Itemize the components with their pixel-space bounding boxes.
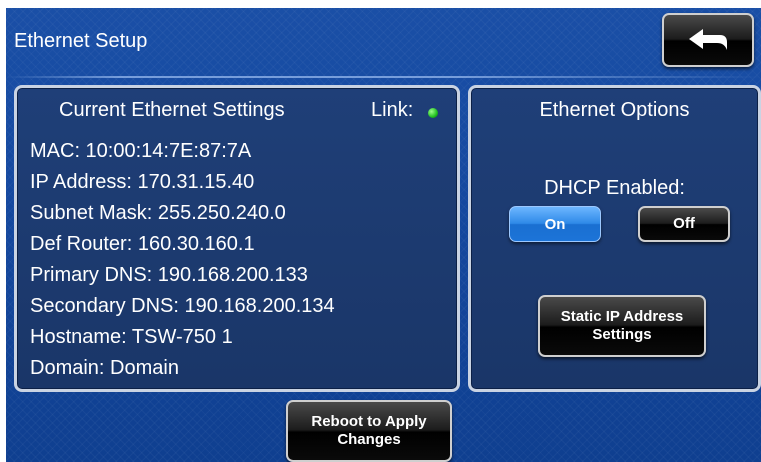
- static-ip-settings-label: Static IP Address Settings: [560, 308, 684, 343]
- reboot-apply-label: Reboot to Apply Changes: [311, 413, 427, 448]
- subnet-mask: Subnet Mask: 255.250.240.0: [30, 202, 286, 224]
- header-divider: [6, 76, 761, 78]
- ip-address: IP Address: 170.31.15.40: [30, 171, 255, 193]
- ethernet-options-panel: Ethernet Options DHCP Enabled: On Off St…: [468, 85, 761, 392]
- primary-dns: Primary DNS: 190.168.200.133: [30, 264, 308, 286]
- page-title: Ethernet Setup: [14, 30, 148, 52]
- current-settings-panel: Current Ethernet Settings Link: MAC: 10:…: [14, 85, 460, 392]
- dhcp-on-button[interactable]: On: [509, 206, 601, 242]
- dhcp-enabled-label: DHCP Enabled:: [544, 177, 685, 199]
- link-status-indicator: [428, 108, 438, 118]
- dhcp-off-button[interactable]: Off: [638, 206, 730, 242]
- screen-background: Ethernet Setup Current Ethernet Settings…: [6, 8, 761, 462]
- back-button[interactable]: [662, 13, 754, 67]
- link-label: Link:: [371, 99, 414, 121]
- hostname: Hostname: TSW-750 1: [30, 326, 233, 348]
- ethernet-options-heading: Ethernet Options: [539, 99, 690, 121]
- mac-address: MAC: 10:00:14:7E:87:7A: [30, 140, 252, 162]
- reboot-apply-button[interactable]: Reboot to Apply Changes: [286, 400, 452, 462]
- domain: Domain: Domain: [30, 357, 179, 379]
- back-arrow-icon: [689, 29, 727, 50]
- default-router: Def Router: 160.30.160.1: [30, 233, 255, 255]
- static-ip-settings-button[interactable]: Static IP Address Settings: [538, 295, 706, 357]
- secondary-dns: Secondary DNS: 190.168.200.134: [30, 295, 335, 317]
- current-settings-heading: Current Ethernet Settings: [59, 99, 285, 121]
